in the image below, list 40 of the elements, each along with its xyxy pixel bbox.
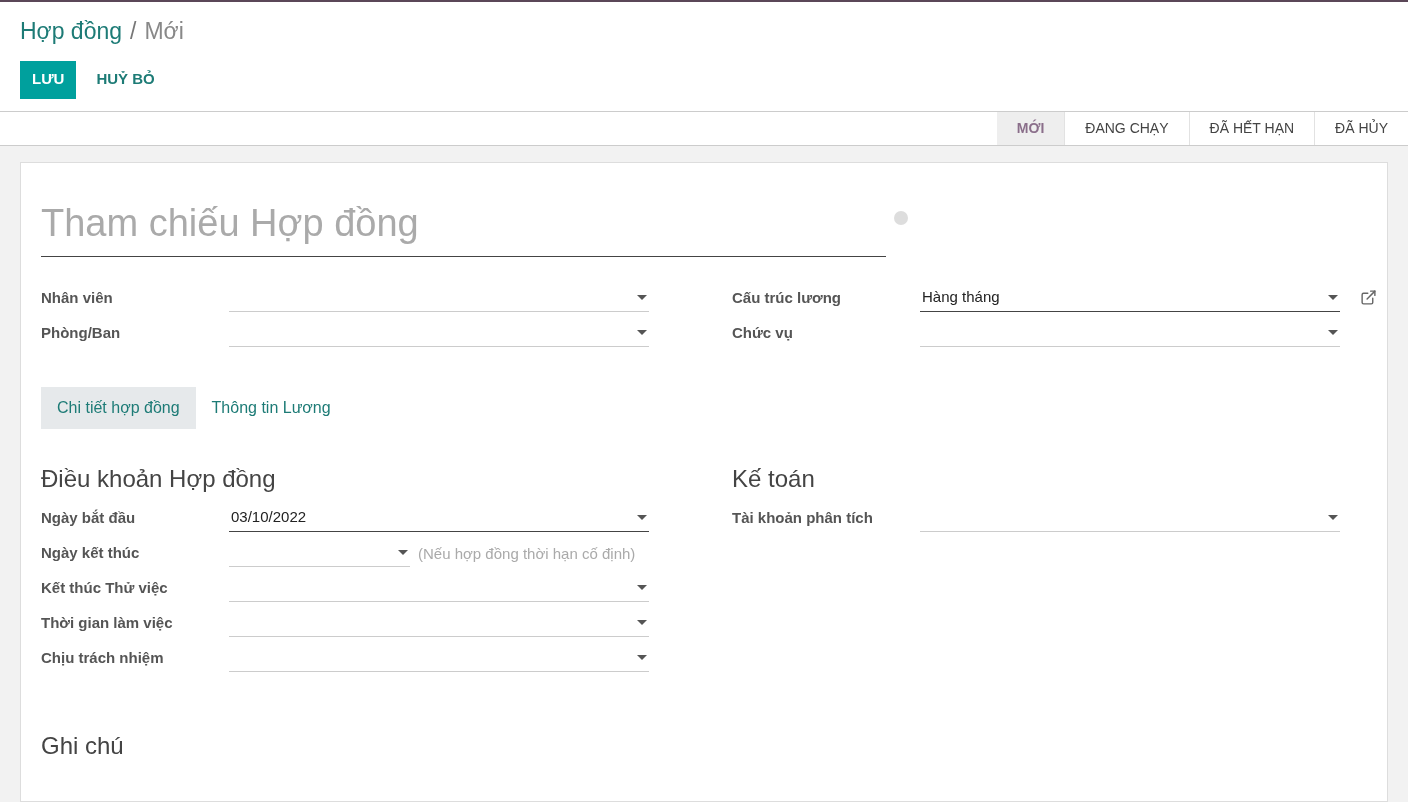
caret-icon [637, 585, 647, 590]
save-button[interactable]: LƯU [20, 60, 77, 99]
status-stage[interactable]: ĐÃ HẾT HẠN [1188, 111, 1315, 145]
field-label: Chịu trách nhiệm [41, 647, 165, 668]
field-label: Thời gian làm việc [41, 612, 174, 633]
caret-icon [637, 295, 647, 300]
status-stage[interactable]: MỚI [996, 111, 1065, 145]
caret-icon [637, 655, 647, 660]
section-heading: Điều khoản Hợp đồng [41, 463, 277, 494]
dot-icon [894, 210, 908, 225]
caret-icon [1328, 295, 1338, 300]
caret-icon [398, 550, 408, 555]
caret-icon [1328, 515, 1338, 520]
status-stage[interactable]: ĐÃ HỦY [1314, 111, 1408, 145]
field-label: Chức vụ [732, 322, 794, 343]
section-heading: Ghi chú [41, 730, 125, 761]
breadcrumb-separator: / [130, 17, 137, 46]
title-input[interactable]: Tham chiếu Hợp đồng [41, 194, 886, 257]
field-label: Nhân viên [41, 287, 114, 308]
dropdown-field[interactable]: 03/10/2022 [229, 504, 649, 532]
breadcrumb-current: Mới [144, 17, 184, 46]
field-label: Phòng/Ban [41, 322, 122, 343]
section-heading: Kế toán [732, 463, 816, 494]
breadcrumb-link[interactable]: Hợp đồng [20, 14, 123, 49]
discard-button[interactable]: HUỶ BỎ [80, 60, 171, 99]
caret-icon [637, 620, 647, 625]
status-stage[interactable]: ĐANG CHẠY [1064, 111, 1189, 145]
tab[interactable]: Chi tiết hợp đồng [41, 386, 196, 429]
field-label: Kết thúc Thử việc [41, 577, 169, 598]
caret-icon [637, 515, 647, 520]
field-label: Cấu trúc lương [732, 287, 843, 308]
external-link-icon[interactable] [1360, 288, 1377, 306]
tab[interactable]: Thông tin Lương [195, 386, 347, 429]
field-hint: (Nếu hợp đồng thời hạn cố định) [418, 543, 636, 564]
field-label: Ngày kết thúc [41, 542, 141, 563]
dropdown-field[interactable]: Hàng tháng [920, 284, 1340, 312]
caret-icon [637, 330, 647, 335]
field-label: Tài khoản phân tích [732, 507, 874, 528]
field-label: Ngày bắt đầu [41, 507, 137, 528]
caret-icon [1328, 330, 1338, 335]
